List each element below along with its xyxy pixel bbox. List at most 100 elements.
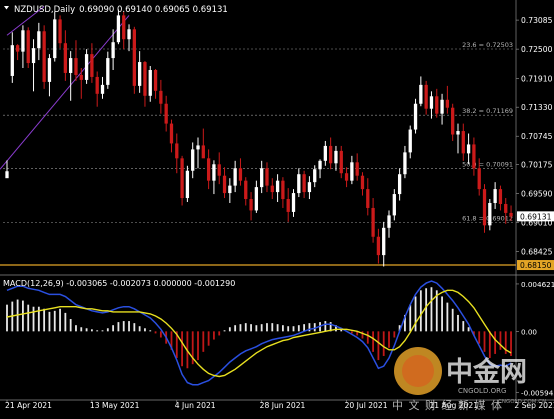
- y-tick-label: 0.68425: [521, 247, 553, 256]
- candle-body: [435, 96, 439, 114]
- candle-body: [350, 162, 354, 181]
- candle-body: [419, 84, 423, 104]
- candle-body: [111, 42, 115, 59]
- x-tick-label: 4 Jun 2021: [175, 401, 216, 410]
- candle-body: [413, 103, 418, 130]
- candle-body: [26, 30, 30, 64]
- candle-body: [397, 174, 402, 195]
- candle-body: [387, 215, 391, 228]
- candle-body: [249, 199, 253, 211]
- candle-body: [169, 123, 174, 144]
- candle-body: [196, 145, 200, 150]
- candle-body: [254, 187, 259, 211]
- candle-body: [106, 58, 110, 85]
- candle-body: [5, 171, 9, 179]
- macd-y-tick-label: 0.00: [521, 327, 537, 336]
- candle-body: [313, 169, 317, 183]
- candle-body: [329, 145, 333, 164]
- candle-body: [344, 173, 349, 181]
- candle-body: [509, 212, 513, 217]
- candle-body: [58, 19, 62, 44]
- candle-body: [339, 150, 343, 174]
- x-tick-label: 28 Jun 2021: [260, 401, 306, 410]
- candle-body: [302, 174, 306, 193]
- candle-body: [376, 236, 381, 256]
- candle-body: [270, 185, 274, 193]
- fib-level-label: 50.0 = 0.70091: [462, 161, 513, 169]
- candle-body: [265, 168, 269, 186]
- candle-body: [286, 199, 290, 212]
- candle-body: [456, 131, 460, 135]
- candle-body: [233, 168, 237, 186]
- candle-body: [95, 76, 99, 94]
- candle-body: [504, 203, 508, 213]
- candle-body: [488, 203, 492, 226]
- candle-body: [382, 227, 386, 256]
- candle-body: [69, 58, 73, 73]
- candle-body: [451, 107, 455, 135]
- y-tick-label: 0.69590: [521, 190, 553, 199]
- candle-body: [84, 54, 89, 80]
- candle-body: [212, 164, 216, 181]
- candle-body: [244, 180, 248, 200]
- candle-body: [122, 15, 126, 40]
- candle-body: [10, 45, 14, 76]
- candle-body: [429, 96, 434, 109]
- candle-body: [307, 182, 312, 193]
- candle-body: [275, 180, 280, 193]
- candle-body: [206, 158, 211, 181]
- watermark-site: CNGOLD.ORG: [458, 387, 506, 395]
- watermark-logo: 中金网 CNGOLD.ORG 中 文 财 经 新 媒 体 CNGOLD.COM.…: [392, 347, 546, 412]
- y-tick-label: 0.69010: [521, 218, 553, 227]
- candle-body: [403, 152, 407, 175]
- candle-body: [217, 164, 221, 176]
- candle-body: [74, 58, 78, 75]
- candle-body: [498, 189, 503, 204]
- candle-body: [461, 131, 465, 154]
- candle-body: [31, 48, 36, 64]
- x-tick-label: 20 Jul 2021: [345, 401, 388, 410]
- candle-body: [201, 145, 205, 159]
- candle-body: [493, 189, 497, 203]
- candle-body: [445, 99, 450, 108]
- candle-body: [90, 54, 94, 77]
- y-tick-label: 0.72500: [521, 45, 553, 54]
- chart-title: NZDUSD,Daily 0.69090 0.69140 0.69065 0.69…: [14, 5, 228, 15]
- candle-body: [185, 170, 190, 199]
- y-tick-label: 0.71330: [521, 103, 553, 112]
- candle-body: [472, 144, 476, 169]
- watermark-tagline: 中 文 财 经 新 媒 体: [392, 398, 503, 412]
- macd-y-tick-label: 0.004621: [521, 280, 554, 289]
- fib-level-label: 38.2 = 0.71169: [462, 107, 513, 115]
- candle-body: [408, 129, 412, 153]
- watermark-site-en: CNGOLD.COM.CN: [498, 399, 546, 405]
- candle-body: [482, 189, 487, 226]
- y-tick-label: 0.70175: [521, 161, 553, 170]
- candle-body: [291, 193, 296, 212]
- candle-body: [143, 62, 147, 96]
- candle-body: [100, 84, 105, 94]
- candle-body: [424, 84, 428, 109]
- candle-body: [323, 145, 327, 161]
- candle-body: [164, 103, 168, 124]
- candle-body: [116, 15, 121, 43]
- candle-body: [47, 58, 52, 82]
- candle-body: [175, 143, 179, 159]
- candle-body: [15, 45, 20, 52]
- candle-body: [222, 175, 227, 194]
- candle-body: [392, 194, 396, 216]
- candle-body: [21, 30, 25, 52]
- candle-body: [159, 90, 163, 104]
- chart-root: 23.6 = 0.72503 38.2 = 0.71169 50.0 = 0.700…: [0, 0, 554, 415]
- candle-body: [355, 162, 359, 176]
- candle-body: [53, 19, 57, 59]
- x-tick-label: 21 Apr 2021: [5, 401, 52, 410]
- candle-body: [477, 168, 481, 190]
- candle-body: [191, 149, 195, 171]
- candle-body: [37, 31, 41, 49]
- x-tick-label: 13 May 2021: [90, 401, 140, 410]
- candle-body: [260, 168, 264, 188]
- candle-body: [137, 62, 142, 86]
- candle-body: [440, 99, 444, 114]
- watermark-brand: 中金网: [446, 356, 527, 388]
